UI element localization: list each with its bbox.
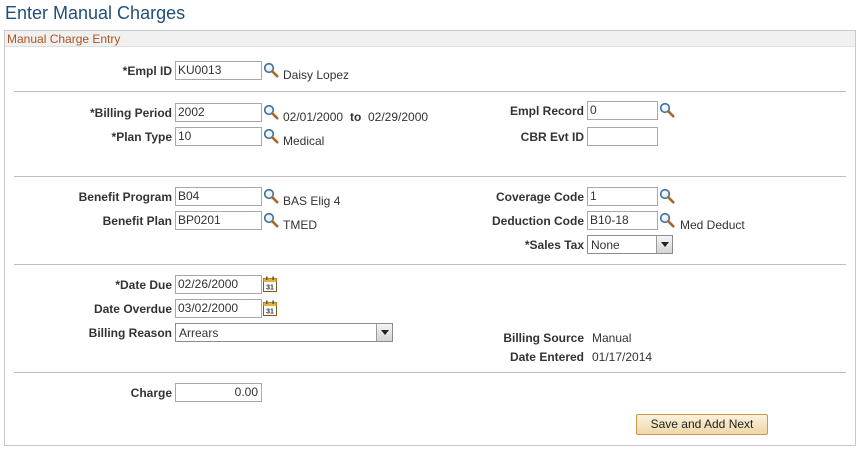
divider (14, 372, 846, 373)
deduction-code-label: Deduction Code (492, 214, 584, 228)
coverage-code-field[interactable]: 1 (587, 187, 658, 206)
billing-reason-value: Arrears (179, 326, 219, 340)
chevron-down-icon[interactable] (376, 324, 392, 341)
date-due-field[interactable]: 02/26/2000 (175, 275, 262, 294)
benefit-program-lookup-icon[interactable] (263, 188, 279, 204)
plan-type-field[interactable]: 10 (175, 127, 262, 146)
empl-record-field[interactable]: 0 (587, 101, 658, 120)
manual-charge-groupbox (4, 30, 856, 446)
charge-label: Charge (130, 386, 172, 400)
billing-reason-label: Billing Reason (88, 326, 172, 340)
divider (14, 91, 846, 92)
chevron-down-icon[interactable] (656, 236, 672, 253)
date-due-label: *Date Due (115, 278, 172, 292)
deduction-code-desc: Med Deduct (680, 218, 745, 232)
plan-type-label: *Plan Type (111, 130, 172, 144)
benefit-plan-label: Benefit Plan (102, 214, 172, 228)
billing-period-lookup-icon[interactable] (263, 104, 279, 120)
date-overdue-field[interactable]: 03/02/2000 (175, 299, 262, 318)
date-overdue-calendar-icon[interactable] (263, 300, 277, 316)
benefit-plan-field[interactable]: BP0201 (175, 211, 262, 230)
billing-period-label: *Billing Period (89, 106, 172, 120)
empl-record-lookup-icon[interactable] (659, 102, 675, 118)
empl-id-field[interactable]: KU0013 (175, 61, 262, 80)
cbr-evt-id-label: CBR Evt ID (520, 130, 584, 144)
deduction-code-field[interactable]: B10-18 (587, 211, 658, 230)
plan-type-lookup-icon[interactable] (263, 128, 279, 144)
benefit-plan-desc: TMED (283, 218, 317, 232)
period-from-date: 02/01/2000 (283, 110, 344, 124)
to-label: to (350, 110, 362, 124)
sales-tax-label: *Sales Tax (524, 238, 584, 252)
divider (14, 176, 846, 177)
empl-id-label: *Empl ID (122, 64, 172, 78)
coverage-code-label: Coverage Code (495, 190, 584, 204)
deduction-code-lookup-icon[interactable] (659, 212, 675, 228)
benefit-program-field[interactable]: B04 (175, 187, 262, 206)
page-title: Enter Manual Charges (5, 3, 186, 23)
benefit-plan-lookup-icon[interactable] (263, 212, 279, 228)
benefit-program-desc: BAS Elig 4 (283, 194, 341, 208)
date-entered-value: 01/17/2014 (592, 350, 653, 364)
date-overdue-label: Date Overdue (93, 302, 172, 316)
billing-source-label: Billing Source (503, 331, 584, 345)
benefit-program-label: Benefit Program (78, 190, 172, 204)
divider (14, 264, 846, 265)
period-to-date: 02/29/2000 (368, 110, 429, 124)
groupbox-title: Manual Charge Entry (5, 31, 855, 47)
billing-reason-select[interactable]: Arrears (175, 323, 393, 342)
billing-source-value: Manual (592, 331, 632, 345)
plan-type-desc: Medical (283, 134, 325, 148)
date-due-calendar-icon[interactable] (263, 276, 277, 292)
date-entered-label: Date Entered (509, 350, 584, 364)
empl-name: Daisy Lopez (283, 68, 350, 82)
cbr-evt-id-field[interactable] (587, 127, 658, 146)
coverage-code-lookup-icon[interactable] (659, 188, 675, 204)
sales-tax-value: None (591, 238, 620, 252)
save-and-add-next-button[interactable]: Save and Add Next (636, 414, 768, 435)
empl-id-lookup-icon[interactable] (263, 62, 279, 78)
sales-tax-select[interactable]: None (587, 235, 673, 254)
billing-period-field[interactable]: 2002 (175, 103, 262, 122)
charge-field[interactable]: 0.00 (175, 383, 262, 402)
empl-record-label: Empl Record (509, 104, 584, 118)
